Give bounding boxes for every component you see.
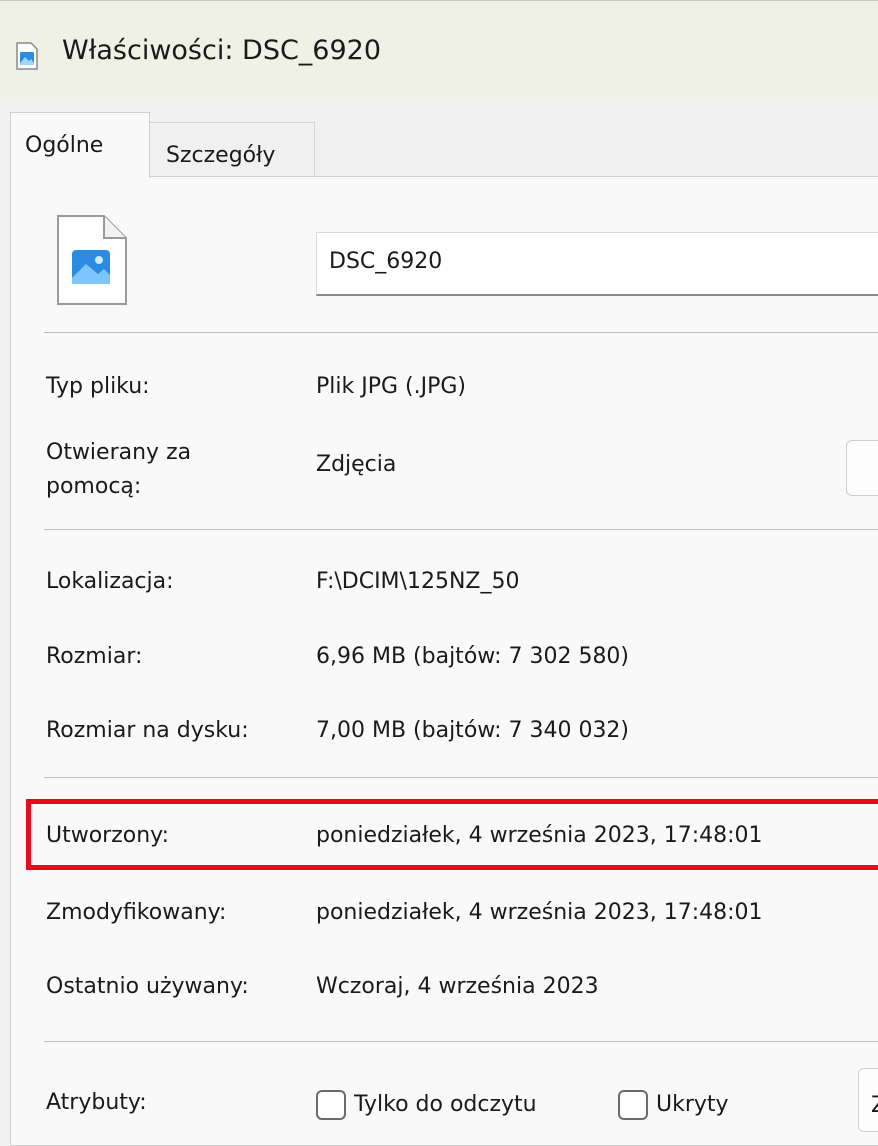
location-value: F:\DCIM\125NZ_50 — [316, 569, 520, 594]
file-type-value: Plik JPG (.JPG) — [316, 374, 466, 399]
location-label: Lokalizacja: — [46, 569, 174, 594]
modified-value: poniedziałek, 4 września 2023, 17:48:01 — [316, 900, 763, 925]
accessed-label: Ostatnio używany: — [46, 974, 249, 999]
advanced-button[interactable]: Z — [858, 1068, 878, 1132]
opens-with-label: Otwierany za pomocą: — [46, 440, 192, 499]
created-label: Utworzony: — [46, 823, 170, 848]
readonly-checkbox-label: Tylko do odczytu — [354, 1092, 537, 1117]
separator — [44, 777, 878, 778]
tab-general[interactable]: Ogólne — [10, 112, 150, 178]
size-value: 6,96 MB (bajtów: 7 302 580) — [316, 644, 630, 669]
image-file-icon — [57, 215, 127, 305]
attributes-label: Atrybuty: — [46, 1090, 147, 1115]
accessed-value: Wczoraj, 4 września 2023 — [316, 974, 599, 999]
file-name-input[interactable] — [316, 232, 878, 296]
separator — [44, 1041, 878, 1042]
size-label: Rozmiar: — [46, 644, 143, 669]
created-value: poniedziałek, 4 września 2023, 17:48:01 — [316, 823, 763, 848]
size-on-disk-value: 7,00 MB (bajtów: 7 340 032) — [316, 718, 630, 743]
size-on-disk-label: Rozmiar na dysku: — [46, 718, 249, 743]
tab-details[interactable]: Szczegóły — [150, 122, 315, 176]
modified-label: Zmodyfikowany: — [46, 900, 227, 925]
file-type-label: Typ pliku: — [46, 374, 150, 399]
hidden-checkbox-label: Ukryty — [656, 1092, 729, 1117]
separator — [44, 332, 878, 333]
opens-with-value: Zdjęcia — [316, 452, 397, 477]
change-app-button[interactable] — [846, 440, 878, 496]
readonly-checkbox[interactable] — [316, 1090, 346, 1120]
hidden-checkbox[interactable] — [618, 1090, 648, 1120]
window-title: Właściwości: DSC_6920 — [62, 35, 382, 66]
title-bar[interactable]: Właściwości: DSC_6920 — [0, 0, 878, 101]
image-file-icon — [16, 42, 38, 70]
separator — [44, 529, 878, 530]
